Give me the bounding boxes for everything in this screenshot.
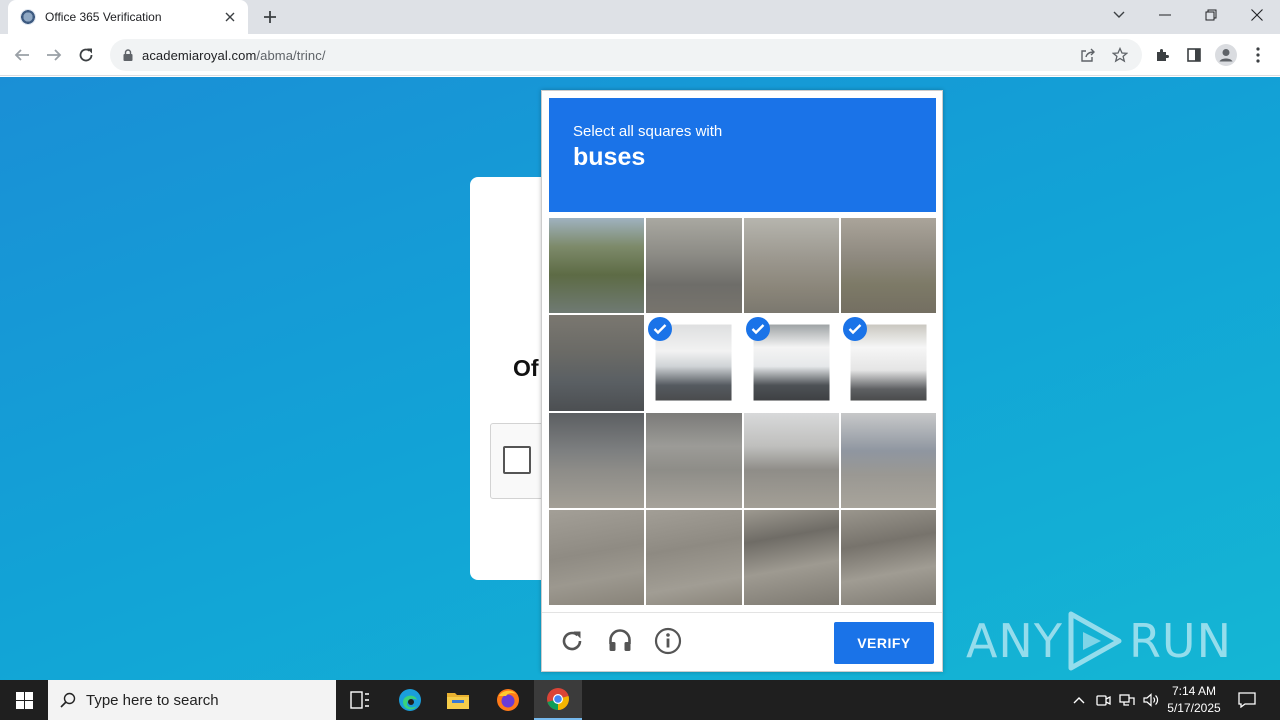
task-view-icon[interactable] [336, 680, 384, 720]
network-icon[interactable] [1116, 680, 1138, 720]
meet-now-icon[interactable] [1092, 680, 1114, 720]
notifications-icon[interactable] [1232, 680, 1262, 720]
browser-menu-icon[interactable] [1244, 41, 1272, 69]
captcha-tile[interactable] [646, 315, 741, 410]
captcha-tile-image [840, 412, 936, 508]
captcha-tile-image [549, 218, 645, 314]
share-icon[interactable] [1074, 41, 1102, 69]
firefox-icon[interactable] [484, 680, 532, 720]
watermark-text-left: ANY [965, 614, 1063, 668]
windows-taskbar: Type here to search 7:14 AM 5/17/2025 [0, 680, 1280, 720]
taskbar-search-box[interactable]: Type here to search [48, 680, 336, 720]
captcha-tile-image [743, 218, 839, 314]
tab-title: Office 365 Verification [45, 10, 162, 24]
captcha-tile[interactable] [840, 509, 936, 605]
captcha-tile[interactable] [549, 509, 645, 605]
browser-tab[interactable]: Office 365 Verification [8, 0, 248, 34]
watermark-text-right: RUN [1128, 614, 1232, 668]
back-arrow-icon[interactable] [8, 41, 36, 69]
captcha-tile-image [840, 218, 936, 314]
taskbar-search-placeholder: Type here to search [86, 691, 219, 709]
tile-selected-checkmark-icon [842, 317, 867, 342]
captcha-tile[interactable] [549, 218, 645, 314]
site-favicon-icon [20, 9, 36, 25]
captcha-tile[interactable] [549, 412, 645, 508]
file-explorer-icon[interactable] [434, 680, 482, 720]
url-text: academiaroyal.com/abma/trinc/ [142, 48, 326, 63]
captcha-tile-image [549, 509, 645, 605]
captcha-tile-image [646, 509, 742, 605]
captcha-tile[interactable] [840, 412, 936, 508]
info-icon[interactable] [652, 625, 684, 657]
taskbar-clock[interactable]: 7:14 AM 5/17/2025 [1160, 683, 1228, 717]
captcha-target: buses [573, 143, 646, 171]
browser-toolbar: academiaroyal.com/abma/trinc/ [0, 34, 1280, 76]
tray-overflow-chevron-icon[interactable] [1068, 680, 1090, 720]
captcha-tile-image [549, 315, 645, 411]
windows-start-icon[interactable] [0, 680, 48, 720]
address-bar[interactable]: academiaroyal.com/abma/trinc/ [110, 39, 1142, 71]
captcha-header: Select all squares with buses [549, 98, 936, 212]
captcha-tile[interactable] [840, 218, 936, 314]
window-close-icon[interactable] [1234, 0, 1280, 30]
captcha-challenge: Select all squares with buses VERIFY [541, 90, 943, 672]
captcha-tile-image [646, 218, 742, 314]
extensions-icon[interactable] [1148, 41, 1176, 69]
forward-arrow-icon[interactable] [40, 41, 68, 69]
reload-challenge-icon[interactable] [556, 625, 588, 657]
captcha-tile-image [549, 412, 645, 508]
volume-icon[interactable] [1140, 680, 1162, 720]
captcha-tile-image [646, 412, 742, 508]
captcha-tile[interactable] [646, 218, 742, 314]
captcha-footer: VERIFY [542, 612, 942, 672]
reload-icon[interactable] [72, 41, 100, 69]
url-path: /abma/trinc/ [256, 47, 326, 63]
audio-challenge-icon[interactable] [604, 625, 636, 657]
captcha-tile[interactable] [841, 315, 936, 410]
bookmark-star-icon[interactable] [1106, 41, 1134, 69]
captcha-tile[interactable] [646, 412, 742, 508]
side-panel-icon[interactable] [1180, 41, 1208, 69]
tab-close-icon[interactable] [222, 9, 238, 25]
tab-search-icon[interactable] [1096, 0, 1142, 30]
verify-button[interactable]: VERIFY [834, 622, 934, 664]
new-tab-button[interactable] [258, 5, 282, 29]
browser-tab-strip: Office 365 Verification [0, 0, 1280, 34]
captcha-tile[interactable] [743, 218, 839, 314]
captcha-tile[interactable] [549, 315, 645, 411]
captcha-tile[interactable] [744, 315, 839, 410]
restore-icon[interactable] [1188, 0, 1234, 30]
captcha-image-grid [549, 218, 936, 605]
edge-browser-icon[interactable] [386, 680, 434, 720]
minimize-icon[interactable] [1142, 0, 1188, 30]
captcha-tile[interactable] [743, 509, 839, 605]
card-heading: Of [513, 355, 539, 381]
robot-checkbox[interactable] [503, 446, 531, 474]
search-icon [60, 692, 76, 708]
clock-date: 5/17/2025 [1167, 701, 1221, 715]
captcha-tile-image [743, 412, 839, 508]
tile-selected-checkmark-icon [745, 317, 770, 342]
anyrun-watermark: ANY RUN [966, 610, 1232, 672]
captcha-tile-image [840, 509, 936, 605]
captcha-tile[interactable] [743, 412, 839, 508]
profile-avatar-icon[interactable] [1212, 41, 1240, 69]
chrome-icon[interactable] [534, 680, 582, 720]
url-domain: academiaroyal.com [142, 47, 257, 63]
clock-time: 7:14 AM [1171, 684, 1217, 698]
captcha-instruction: Select all squares with [573, 123, 723, 140]
lock-icon[interactable] [120, 47, 136, 63]
captcha-tile[interactable] [646, 509, 742, 605]
captcha-tile-image [743, 509, 839, 605]
play-logo-icon [1068, 611, 1122, 671]
